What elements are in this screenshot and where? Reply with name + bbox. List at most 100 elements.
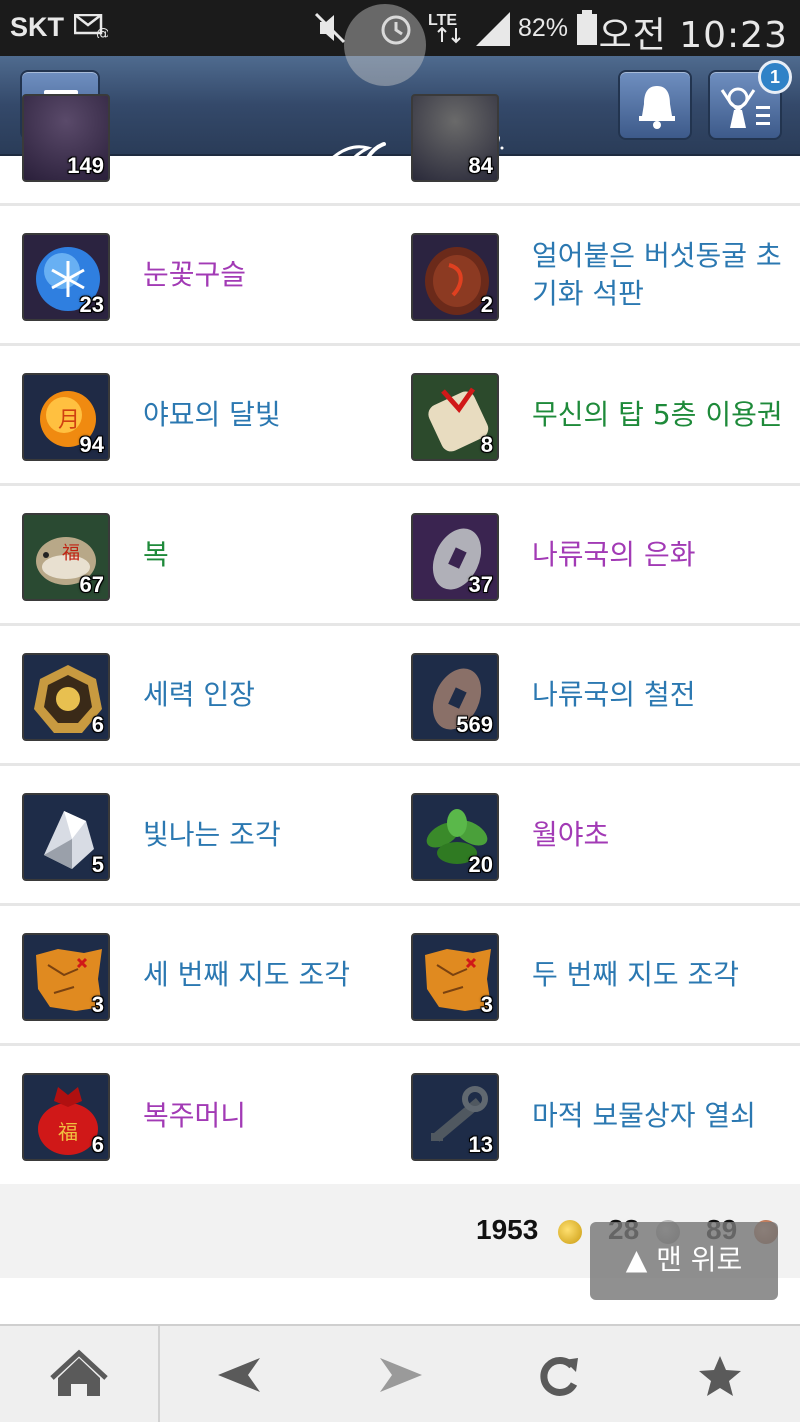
list-item[interactable]: 84 bbox=[411, 94, 800, 203]
faction-seal-icon: 6 bbox=[22, 653, 110, 741]
signal-icon bbox=[476, 12, 510, 46]
item-count: 94 bbox=[79, 432, 104, 457]
item-count: 6 bbox=[91, 712, 104, 737]
back-arrow-icon bbox=[218, 1358, 260, 1392]
item-name: 마적 보물상자 열쇠 bbox=[532, 1099, 756, 1132]
map-fragment-icon: 3 bbox=[411, 933, 499, 1021]
list-item[interactable]: 福 6 복주머니 bbox=[22, 1046, 412, 1186]
gold-amount: 1953 bbox=[476, 1214, 539, 1245]
item-count: 5 bbox=[91, 852, 104, 877]
iron-coin-icon: 569 bbox=[411, 653, 499, 741]
back-to-top-button[interactable]: ▲ 맨 위로 bbox=[590, 1222, 778, 1300]
item-name: 야묘의 달빛 bbox=[143, 397, 281, 431]
pufferfish-icon: 福 67 bbox=[22, 513, 110, 601]
item-count: 569 bbox=[456, 712, 493, 737]
item-count: 67 bbox=[79, 572, 104, 597]
star-icon bbox=[699, 1356, 741, 1396]
item-count: 84 bbox=[468, 153, 493, 178]
item-count: 13 bbox=[468, 1132, 493, 1157]
list-row: 23 눈꽃구슬 2 얼어붙은 버섯동굴 초기화 석판 bbox=[0, 206, 800, 346]
list-item[interactable]: 3 세 번째 지도 조각 bbox=[22, 906, 412, 1043]
item-name: 세 번째 지도 조각 bbox=[143, 957, 351, 991]
browser-nav-bar bbox=[0, 1324, 800, 1422]
list-item[interactable]: 149 bbox=[22, 94, 412, 203]
item-name: 세력 인장 bbox=[143, 677, 255, 711]
touch-indicator bbox=[344, 4, 426, 86]
item-icon: 149 bbox=[22, 94, 110, 182]
stone-tablet-icon: 2 bbox=[411, 233, 499, 321]
list-row: 福 6 복주머니 13 마적 보물상자 열쇠 bbox=[0, 1046, 800, 1186]
silver-coin-icon: 37 bbox=[411, 513, 499, 601]
back-button[interactable] bbox=[180, 1326, 300, 1422]
carrier-label: SKT bbox=[10, 12, 64, 42]
herb-leaf-icon: 20 bbox=[411, 793, 499, 881]
item-icon: 84 bbox=[411, 94, 499, 182]
list-item[interactable]: 13 마적 보물상자 열쇠 bbox=[411, 1046, 800, 1186]
mute-icon bbox=[314, 12, 346, 44]
forward-button[interactable] bbox=[340, 1326, 460, 1422]
list-row: 福 67 복 37 나류국의 은화 bbox=[0, 486, 800, 626]
item-count: 23 bbox=[79, 292, 104, 317]
list-item[interactable]: 3 두 번째 지도 조각 bbox=[411, 906, 800, 1043]
forward-arrow-icon bbox=[380, 1358, 422, 1392]
svg-text:@: @ bbox=[96, 26, 108, 38]
item-count: 8 bbox=[480, 432, 493, 457]
svg-text:福: 福 bbox=[58, 1120, 78, 1144]
item-name: 월야초 bbox=[532, 817, 610, 851]
list-item[interactable]: 5 빛나는 조각 bbox=[22, 766, 412, 903]
item-count: 20 bbox=[468, 852, 493, 877]
list-row: 月 94 야묘의 달빛 8 무신의 탑 5층 이용권 bbox=[0, 346, 800, 486]
gold-coin-icon bbox=[558, 1220, 582, 1244]
treasure-key-icon: 13 bbox=[411, 1073, 499, 1161]
moonlight-orb-icon: 月 94 bbox=[22, 373, 110, 461]
shining-shard-icon: 5 bbox=[22, 793, 110, 881]
item-count: 37 bbox=[468, 572, 493, 597]
list-row: 5 빛나는 조각 20 월야초 bbox=[0, 766, 800, 906]
item-name: 복 bbox=[143, 537, 169, 571]
list-row: 149 84 bbox=[0, 94, 800, 206]
snowflake-orb-icon: 23 bbox=[22, 233, 110, 321]
battery-percentage: 82% bbox=[518, 14, 569, 42]
notification-badge: 1 bbox=[758, 60, 792, 94]
item-name: 나류국의 철전 bbox=[532, 677, 696, 711]
list-item[interactable]: 569 나류국의 철전 bbox=[411, 626, 800, 763]
scroll-ticket-icon: 8 bbox=[411, 373, 499, 461]
clock: 오전 10:23 bbox=[598, 15, 788, 56]
list-row: 6 세력 인장 569 나류국의 철전 bbox=[0, 626, 800, 766]
refresh-button[interactable] bbox=[500, 1326, 620, 1422]
list-item[interactable]: 2 얼어붙은 버섯동굴 초기화 석판 bbox=[411, 206, 800, 343]
list-row: 3 세 번째 지도 조각 3 두 번째 지도 조각 bbox=[0, 906, 800, 1046]
list-item[interactable]: 20 월야초 bbox=[411, 766, 800, 903]
item-count: 3 bbox=[91, 992, 104, 1017]
item-count: 149 bbox=[67, 153, 104, 178]
item-name: 눈꽃구슬 bbox=[143, 257, 247, 291]
list-item[interactable]: 23 눈꽃구슬 bbox=[22, 206, 412, 343]
bookmark-button[interactable] bbox=[660, 1326, 780, 1422]
item-name: 두 번째 지도 조각 bbox=[532, 957, 740, 991]
item-name: 빛나는 조각 bbox=[143, 817, 281, 851]
item-name: 얼어붙은 버섯동굴 초기화 석판 bbox=[532, 238, 782, 310]
list-item[interactable]: 福 67 복 bbox=[22, 486, 412, 623]
lte-icon: LTE bbox=[428, 12, 461, 44]
list-item[interactable]: 月 94 야묘의 달빛 bbox=[22, 346, 412, 483]
item-list: 149 84 23 눈꽃구슬 2 얼어붙은 버섯동굴 초기화 석판 月 94 야… bbox=[0, 94, 800, 1186]
refresh-icon bbox=[540, 1356, 578, 1396]
svg-text:LTE: LTE bbox=[428, 12, 457, 29]
lucky-pouch-icon: 福 6 bbox=[22, 1073, 110, 1161]
svg-text:福: 福 bbox=[62, 543, 80, 564]
home-button[interactable] bbox=[0, 1326, 158, 1422]
home-icon bbox=[50, 1349, 108, 1396]
item-count: 3 bbox=[480, 992, 493, 1017]
item-name: 무신의 탑 5층 이용권 bbox=[532, 397, 783, 431]
bell-icon bbox=[639, 86, 675, 129]
list-item[interactable]: 6 세력 인장 bbox=[22, 626, 412, 763]
message-icon: @ bbox=[74, 14, 108, 38]
svg-text:月: 月 bbox=[58, 408, 80, 433]
list-item[interactable]: 37 나류국의 은화 bbox=[411, 486, 800, 623]
list-item[interactable]: 8 무신의 탑 5층 이용권 bbox=[411, 346, 800, 483]
map-fragment-icon: 3 bbox=[22, 933, 110, 1021]
item-name: 나류국의 은화 bbox=[532, 537, 696, 571]
battery-icon bbox=[577, 10, 597, 45]
notification-button[interactable] bbox=[618, 70, 692, 140]
item-count: 6 bbox=[91, 1132, 104, 1157]
